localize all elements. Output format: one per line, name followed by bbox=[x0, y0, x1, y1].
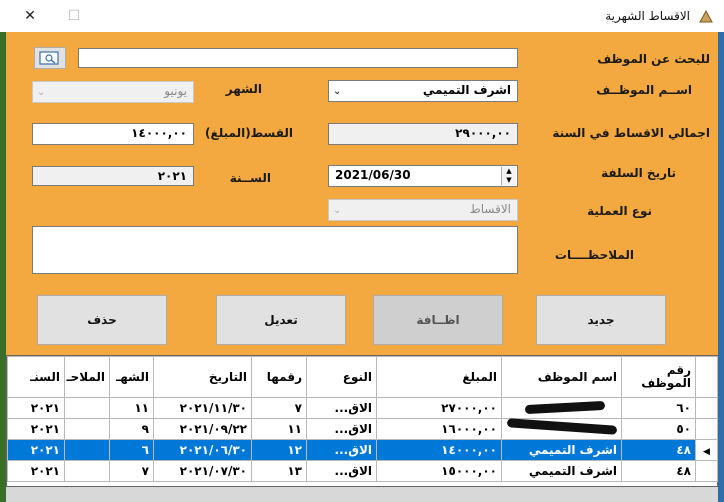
cell-notes[interactable] bbox=[64, 439, 110, 461]
title-bar: ✕ ☐ الاقساط الشهرية bbox=[0, 0, 724, 32]
search-label: للبحث عن الموظف bbox=[597, 52, 710, 66]
total-installments-field[interactable]: ٢٩٠٠٠,٠٠ bbox=[328, 123, 518, 145]
notes-label: الملاحظــــات bbox=[554, 248, 634, 262]
operation-type-combobox[interactable]: الاقساط ⌄ bbox=[328, 199, 518, 221]
column-header-month[interactable]: الشهـ bbox=[109, 356, 154, 398]
cell-notes[interactable] bbox=[64, 460, 110, 482]
cell-type[interactable]: الاق... bbox=[306, 397, 377, 419]
grid-header-row: رقم الموظف اسم الموظف المبلغ النوع رقمها… bbox=[7, 356, 718, 398]
cell-employee-name[interactable]: اشرف التميمي bbox=[501, 439, 622, 461]
operation-type-label: نوع العملية bbox=[587, 204, 652, 218]
installments-grid[interactable]: رقم الموظف اسم الموظف المبلغ النوع رقمها… bbox=[6, 355, 718, 487]
cell-month[interactable]: ١١ bbox=[109, 397, 154, 419]
advance-date-value: 2021/06/30 bbox=[335, 168, 411, 182]
cell-date[interactable]: ٢٠٢١/٠٦/٣٠ bbox=[153, 439, 252, 461]
window-title: الاقساط الشهرية bbox=[605, 9, 690, 23]
column-header-date[interactable]: التاريخ bbox=[153, 356, 252, 398]
cell-employee-id[interactable]: ٤٨ bbox=[621, 439, 696, 461]
column-header-notes[interactable]: الملاحـ bbox=[64, 356, 110, 398]
maximize-button[interactable]: ☐ bbox=[62, 5, 86, 27]
cell-number[interactable]: ٧ bbox=[251, 397, 307, 419]
advance-date-picker[interactable]: 2021/06/30 ▲ ▼ bbox=[328, 165, 518, 187]
cell-number[interactable]: ١٣ bbox=[251, 460, 307, 482]
cell-employee-id[interactable]: ٥٠ bbox=[621, 418, 696, 440]
employee-name-label: اســم الموظــف bbox=[596, 83, 692, 97]
column-header-amount[interactable]: المبلغ bbox=[376, 356, 502, 398]
total-installments-label: اجمالي الاقساط في السنة bbox=[552, 126, 710, 140]
row-header-corner bbox=[695, 356, 718, 398]
cell-year[interactable]: ٢٠٢١ bbox=[7, 397, 65, 419]
column-header-year[interactable]: السنـ bbox=[7, 356, 65, 398]
cell-year[interactable]: ٢٠٢١ bbox=[7, 418, 65, 440]
month-value: يونيو bbox=[164, 84, 187, 98]
cell-year[interactable]: ٢٠٢١ bbox=[7, 439, 65, 461]
date-spinner[interactable]: ▲ ▼ bbox=[501, 167, 516, 185]
cell-date[interactable]: ٢٠٢١/٠٩/٢٢ bbox=[153, 418, 252, 440]
minimize-button[interactable] bbox=[106, 5, 130, 27]
add-button[interactable]: اظــافة bbox=[373, 295, 503, 345]
year-field[interactable]: ٢٠٢١ bbox=[32, 166, 194, 186]
chevron-down-icon: ⌄ bbox=[333, 205, 342, 216]
delete-button[interactable]: حذف bbox=[37, 295, 167, 345]
operation-type-value: الاقساط bbox=[469, 202, 511, 216]
column-header-employee-name[interactable]: اسم الموظف bbox=[501, 356, 622, 398]
column-header-type[interactable]: النوع bbox=[306, 356, 377, 398]
horizontal-scrollbar[interactable] bbox=[6, 487, 718, 502]
month-combobox[interactable]: يونيو ⌄ bbox=[32, 81, 194, 103]
row-header[interactable]: ◀ bbox=[695, 439, 718, 461]
row-header[interactable] bbox=[695, 460, 718, 482]
cell-month[interactable]: ٦ bbox=[109, 439, 154, 461]
cell-employee-name[interactable]: اشرف التميمي bbox=[501, 460, 622, 482]
cell-type[interactable]: الاق... bbox=[306, 439, 377, 461]
app-icon bbox=[699, 9, 713, 23]
installment-amount-field[interactable]: ١٤٠٠٠,٠٠ bbox=[32, 123, 194, 145]
search-input[interactable] bbox=[78, 48, 518, 68]
chevron-down-icon: ⌄ bbox=[333, 86, 342, 97]
cell-type[interactable]: الاق... bbox=[306, 418, 377, 440]
cell-employee-id[interactable]: ٤٨ bbox=[621, 460, 696, 482]
cell-number[interactable]: ١٢ bbox=[251, 439, 307, 461]
table-row[interactable]: ٦٠ ٢٧٠٠٠,٠٠ الاق... ٧ ٢٠٢١/١١/٣٠ ١١ ٢٠٢١ bbox=[7, 397, 718, 419]
row-header[interactable] bbox=[695, 397, 718, 419]
year-label: الســنة bbox=[229, 171, 271, 185]
cell-amount[interactable]: ١٦٠٠٠,٠٠ bbox=[376, 418, 502, 440]
month-label: الشهر bbox=[225, 82, 262, 96]
close-icon: ✕ bbox=[24, 8, 36, 24]
installment-amount-label: القسط(المبلغ) bbox=[205, 126, 293, 140]
column-header-employee-id[interactable]: رقم الموظف bbox=[621, 356, 696, 398]
cell-date[interactable]: ٢٠٢١/١١/٣٠ bbox=[153, 397, 252, 419]
chevron-down-icon: ⌄ bbox=[37, 87, 46, 98]
current-row-arrow-icon: ◀ bbox=[703, 447, 710, 457]
cell-notes[interactable] bbox=[64, 418, 110, 440]
row-header[interactable] bbox=[695, 418, 718, 440]
new-button[interactable]: جديد bbox=[536, 295, 666, 345]
column-header-number[interactable]: رقمها bbox=[251, 356, 307, 398]
cell-month[interactable]: ٩ bbox=[109, 418, 154, 440]
employee-name-combobox[interactable]: اشرف التميمي ⌄ bbox=[328, 80, 518, 102]
cell-employee-id[interactable]: ٦٠ bbox=[621, 397, 696, 419]
cell-month[interactable]: ٧ bbox=[109, 460, 154, 482]
search-button[interactable] bbox=[34, 47, 66, 69]
table-row-selected[interactable]: ◀ ٤٨ اشرف التميمي ١٤٠٠٠,٠٠ الاق... ١٢ ٢٠… bbox=[7, 439, 718, 461]
cell-notes[interactable] bbox=[64, 397, 110, 419]
notes-textarea[interactable] bbox=[32, 226, 518, 274]
cell-date[interactable]: ٢٠٢١/٠٧/٣٠ bbox=[153, 460, 252, 482]
search-icon bbox=[39, 51, 59, 65]
background-desktop-right bbox=[718, 30, 724, 502]
installments-table: رقم الموظف اسم الموظف المبلغ النوع رقمها… bbox=[7, 356, 718, 482]
cell-year[interactable]: ٢٠٢١ bbox=[7, 460, 65, 482]
cell-type[interactable]: الاق... bbox=[306, 460, 377, 482]
close-button[interactable]: ✕ bbox=[18, 5, 42, 27]
cell-amount[interactable]: ١٤٠٠٠,٠٠ bbox=[376, 439, 502, 461]
cell-amount[interactable]: ١٥٠٠٠,٠٠ bbox=[376, 460, 502, 482]
table-row[interactable]: ٤٨ اشرف التميمي ١٥٠٠٠,٠٠ الاق... ١٣ ٢٠٢١… bbox=[7, 460, 718, 482]
cell-number[interactable]: ١١ bbox=[251, 418, 307, 440]
employee-name-value: اشرف التميمي bbox=[422, 83, 511, 97]
edit-button[interactable]: تعديل bbox=[216, 295, 346, 345]
maximize-icon: ☐ bbox=[67, 8, 81, 24]
cell-amount[interactable]: ٢٧٠٠٠,٠٠ bbox=[376, 397, 502, 419]
advance-date-label: تاريخ السلفة bbox=[601, 166, 676, 180]
